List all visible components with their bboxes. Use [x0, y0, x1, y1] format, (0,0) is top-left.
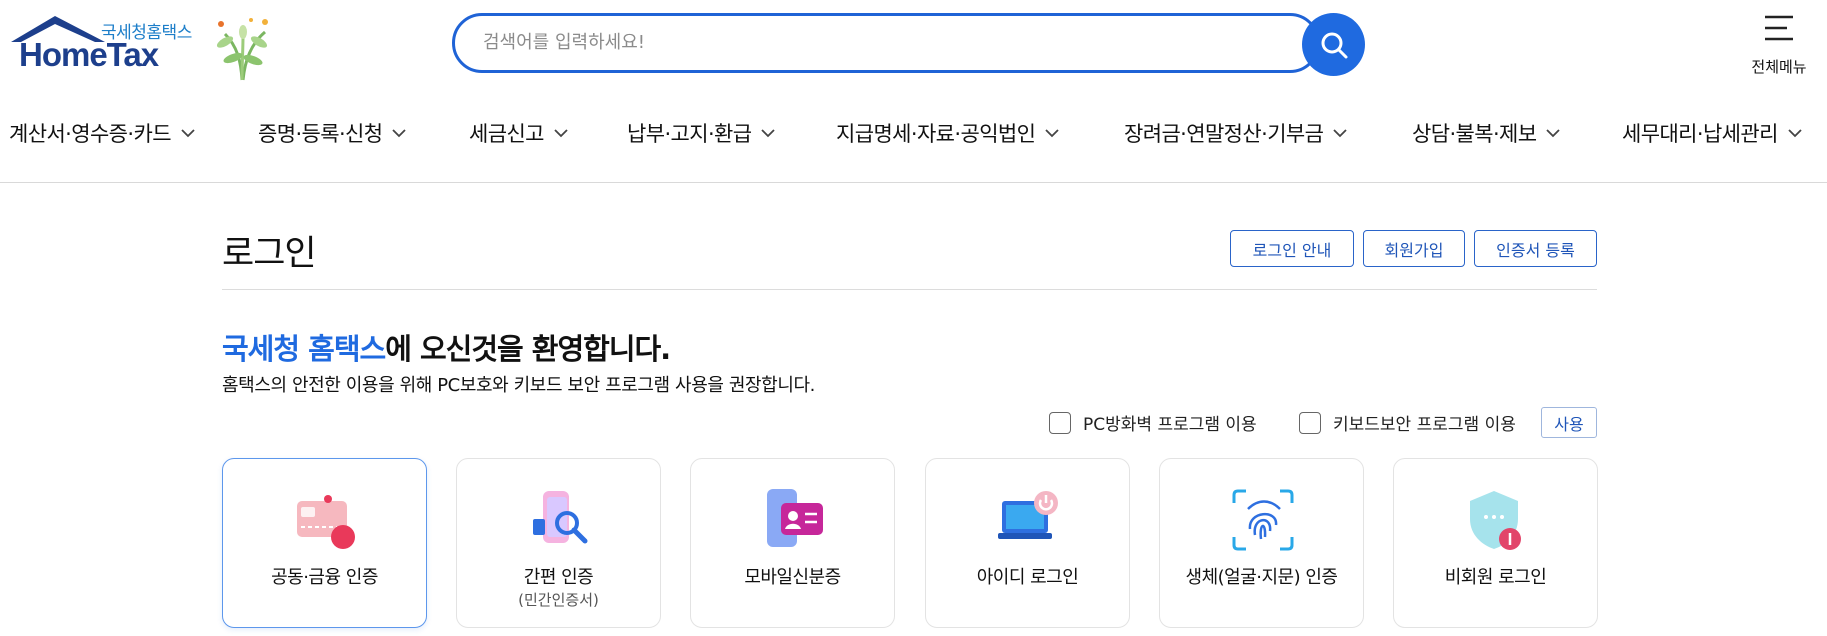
register-certificate-button[interactable]: 인증서 등록	[1474, 230, 1597, 267]
login-method-guest[interactable]: 비회원 로그인	[1393, 458, 1598, 628]
chevron-down-icon	[1788, 128, 1802, 137]
keyboard-security-checkbox[interactable]: 키보드보안 프로그램 이용	[1299, 410, 1516, 435]
welcome-text: 에 오신것을 환영합니다.	[385, 332, 671, 366]
welcome-accent: 국세청 홈택스	[222, 332, 386, 366]
chevron-down-icon	[554, 128, 568, 137]
chevron-down-icon	[1333, 128, 1347, 137]
nav-item-tax-report[interactable]: 세금신고	[469, 118, 568, 148]
use-button[interactable]: 사용	[1541, 407, 1597, 438]
chevron-down-icon	[181, 128, 195, 137]
logo-wordmark: HomeTax	[19, 36, 159, 73]
chevron-down-icon	[1045, 128, 1059, 137]
shield-key-icon	[1470, 491, 1521, 550]
card-label: 공동·금융 인증	[271, 567, 378, 588]
card-label: 모바일신분증	[744, 567, 841, 588]
search-button[interactable]	[1302, 13, 1365, 76]
page-title: 로그인	[222, 234, 317, 274]
card-sublabel: (민간인증서)	[518, 591, 599, 609]
login-method-mobile-id[interactable]: 모바일신분증	[690, 458, 895, 628]
nav-item-consult[interactable]: 상담·불복·제보	[1412, 118, 1561, 148]
nav-item-label: 지급명세·자료·공익법인	[836, 122, 1036, 146]
nav-item-agent[interactable]: 세무대리·납세관리	[1622, 118, 1802, 148]
nav-item-label: 계산서·영수증·카드	[9, 122, 172, 146]
security-description: 홈택스의 안전한 이용을 위해 PC보호와 키보드 보안 프로그램 사용을 권장…	[222, 375, 815, 396]
search-box	[452, 13, 1320, 73]
checkbox-label: PC방화벽 프로그램 이용	[1083, 415, 1257, 435]
search-icon	[1321, 32, 1347, 58]
all-menu-button[interactable]: 전체메뉴	[1744, 14, 1814, 78]
login-guide-button[interactable]: 로그인 안내	[1230, 230, 1354, 267]
chevron-down-icon	[392, 128, 407, 137]
checkbox-label: 키보드보안 프로그램 이용	[1333, 415, 1516, 435]
search-input[interactable]	[481, 31, 1245, 54]
plant-decoration-icon	[216, 18, 268, 81]
nav-item-label: 세금신고	[469, 122, 544, 146]
login-method-biometric[interactable]: 생체(얼굴·지문) 인증	[1159, 458, 1364, 628]
checkbox-box[interactable]	[1049, 411, 1071, 434]
nav-item-payment[interactable]: 납부·고지·환급	[627, 118, 776, 148]
login-method-joint-certificate[interactable]: 공동·금융 인증	[222, 458, 427, 628]
nav-item-label: 증명·등록·신청	[258, 122, 383, 146]
nav-item-label: 장려금·연말정산·기부금	[1124, 122, 1324, 146]
mobile-id-icon	[767, 489, 823, 547]
chevron-down-icon	[761, 128, 776, 137]
nav-item-label: 세무대리·납세관리	[1622, 122, 1778, 146]
main-navigation: 계산서·영수증·카드 증명·등록·신청 세금신고 납부·고지·환급 지급명세·자…	[0, 106, 1827, 183]
nav-item-statements[interactable]: 지급명세·자료·공익법인	[836, 118, 1059, 148]
certificate-card-icon	[297, 495, 355, 549]
title-divider	[222, 289, 1597, 290]
hometax-logo[interactable]: 국세청홈택스 HomeTax	[9, 14, 279, 84]
login-method-id-login[interactable]: 아이디 로그인	[925, 458, 1130, 628]
nav-item-incentive[interactable]: 장려금·연말정산·기부금	[1124, 118, 1347, 148]
chevron-down-icon	[1546, 128, 1561, 137]
checkbox-box[interactable]	[1299, 411, 1321, 434]
card-label: 비회원 로그인	[1444, 567, 1547, 588]
simple-auth-icon	[533, 491, 588, 544]
signup-button[interactable]: 회원가입	[1363, 230, 1465, 267]
nav-item-invoice[interactable]: 계산서·영수증·카드	[9, 118, 195, 148]
card-label: 아이디 로그인	[976, 567, 1079, 588]
fingerprint-icon	[1232, 489, 1294, 551]
card-label: 생체(얼굴·지문) 인증	[1185, 567, 1338, 588]
id-login-icon	[998, 491, 1058, 539]
all-menu-label: 전체메뉴	[1751, 58, 1807, 76]
login-method-simple-auth[interactable]: 간편 인증 (민간인증서)	[456, 458, 661, 628]
card-label: 간편 인증	[523, 567, 594, 588]
hamburger-icon	[1765, 15, 1793, 41]
nav-item-label: 상담·불복·제보	[1412, 122, 1537, 146]
nav-item-certificate[interactable]: 증명·등록·신청	[258, 118, 407, 148]
welcome-heading: 국세청 홈택스에 오신것을 환영합니다.	[222, 326, 671, 368]
nav-item-label: 납부·고지·환급	[627, 122, 752, 146]
firewall-checkbox[interactable]: PC방화벽 프로그램 이용	[1049, 410, 1257, 435]
